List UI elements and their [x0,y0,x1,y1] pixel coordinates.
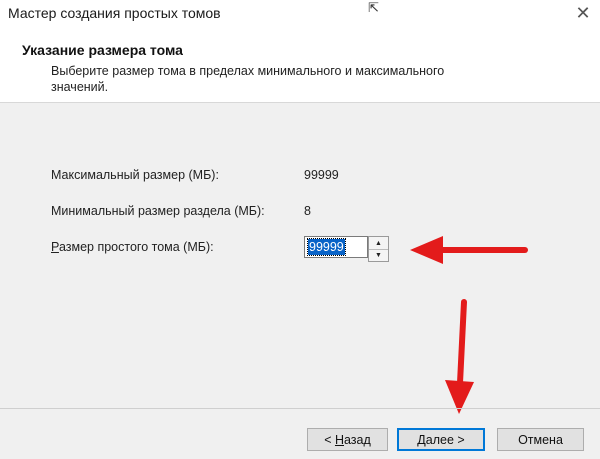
back-button-prefix: < [324,432,335,447]
window-title: Мастер создания простых томов [8,5,221,21]
next-button-accel: Д [417,432,426,447]
next-button[interactable]: Далее > [397,428,485,451]
back-button[interactable]: < Назад [307,428,388,451]
close-button[interactable]: ✕ [566,0,600,26]
red-arrow-left-icon [410,236,528,264]
resize-cursor-icon: ⇱ [368,0,379,15]
footer-divider [0,408,600,409]
min-size-label: Минимальный размер раздела (МБ): [51,204,265,218]
volume-size-label-text: азмер простого тома (МБ): [58,240,214,254]
close-icon: ✕ [575,2,591,23]
min-size-value: 8 [304,204,311,218]
arrow-down-icon: ▼ [375,251,382,259]
page-description: Выберите размер тома в пределах минималь… [51,64,445,94]
page-title: Указание размера тома [22,42,183,58]
volume-size-label: Размер простого тома (МБ): [51,240,214,254]
title-bar: Мастер создания простых томов ⇱ ✕ [0,0,600,30]
spin-down-button[interactable]: ▼ [369,249,388,261]
volume-size-value: 99999 [307,238,346,256]
next-button-label: алее > [425,432,465,447]
max-size-label: Максимальный размер (МБ): [51,168,219,182]
volume-size-label-accel: Р [51,240,59,254]
cancel-button[interactable]: Отмена [497,428,584,451]
red-arrow-down-icon [445,299,474,414]
volume-size-input[interactable]: 99999 [304,236,368,258]
back-button-accel: Н [334,432,344,447]
wizard-header: Указание размера тома Выберите размер то… [0,30,600,103]
cancel-button-label: Отмена [518,432,563,447]
arrow-up-icon: ▲ [375,239,382,247]
volume-size-spinner: ▲ ▼ [368,236,389,262]
back-button-label: азад [344,432,371,447]
max-size-value: 99999 [304,168,339,182]
